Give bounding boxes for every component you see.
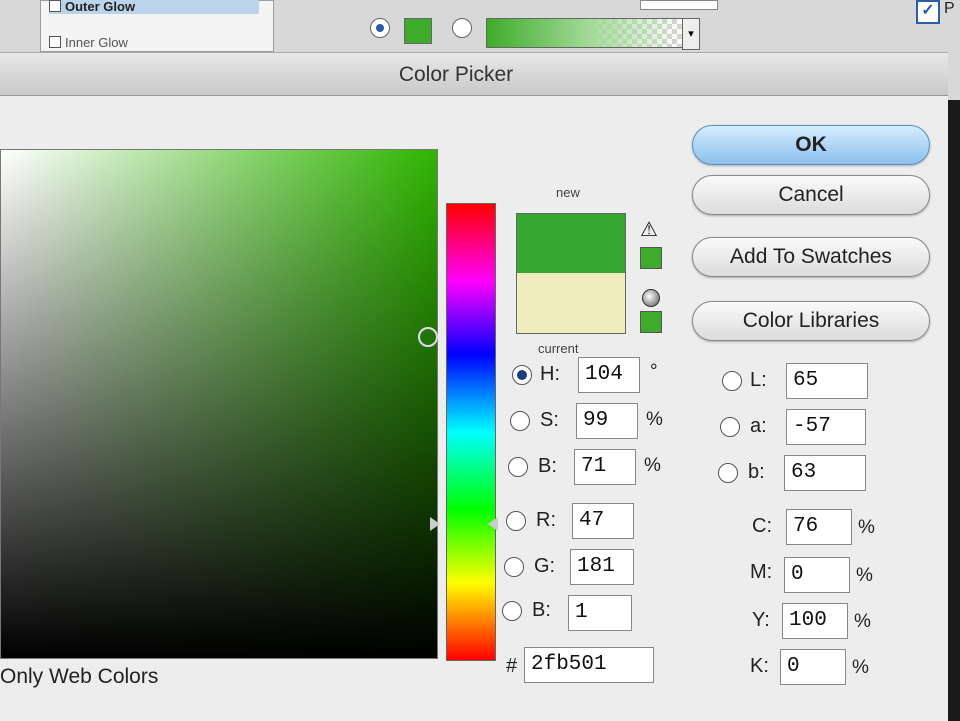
- new-color-swatch: [516, 213, 626, 274]
- current-color-swatch[interactable]: [516, 273, 626, 334]
- blue-label: B:: [532, 599, 551, 621]
- checkbox[interactable]: [49, 0, 61, 12]
- checkbox-label: P: [944, 0, 955, 17]
- lightness-label: L:: [750, 369, 767, 391]
- cyan-label: C:: [752, 515, 772, 537]
- lightness-input[interactable]: 65: [786, 363, 868, 399]
- magenta-label: M:: [750, 561, 773, 583]
- hue-slider-right-handle[interactable]: [488, 517, 498, 531]
- gradient-radio[interactable]: [452, 18, 472, 38]
- percent-unit: %: [858, 517, 875, 538]
- only-web-colors-checkbox-label[interactable]: Only Web Colors: [0, 665, 158, 689]
- green-radio[interactable]: [504, 557, 524, 577]
- out-of-gamut-warning-icon[interactable]: ⚠: [640, 217, 658, 242]
- blue-radio[interactable]: [502, 601, 522, 621]
- magenta-input[interactable]: 0: [784, 557, 850, 593]
- brightness-radio[interactable]: [508, 457, 528, 477]
- hue-input[interactable]: 104: [578, 357, 640, 393]
- add-to-swatches-button[interactable]: Add To Swatches: [692, 237, 930, 277]
- hex-label: #: [506, 655, 518, 677]
- b-channel-radio[interactable]: [718, 463, 738, 483]
- gamut-color-swatch[interactable]: [640, 247, 662, 269]
- glow-color-swatch[interactable]: [404, 18, 432, 44]
- ok-button[interactable]: OK: [692, 125, 930, 165]
- yellow-input[interactable]: 100: [782, 603, 848, 639]
- color-field-marker[interactable]: [418, 327, 438, 347]
- percent-unit: %: [856, 565, 873, 586]
- cyan-input[interactable]: 76: [786, 509, 852, 545]
- saturation-brightness-field[interactable]: [0, 149, 438, 659]
- chevron-down-icon[interactable]: ▾: [682, 18, 700, 50]
- percent-unit: %: [644, 455, 661, 476]
- b-channel-label: b:: [748, 461, 765, 483]
- saturation-radio[interactable]: [510, 411, 530, 431]
- color-radio[interactable]: [370, 18, 390, 38]
- color-libraries-button[interactable]: Color Libraries: [692, 301, 930, 341]
- green-input[interactable]: 181: [570, 549, 634, 585]
- new-label: new: [556, 185, 580, 200]
- effects-list: Outer Glow Inner Glow: [40, 0, 274, 52]
- color-picker-dialog: Color Picker new current ⚠ OK Cancel Add…: [0, 52, 948, 721]
- dialog-titlebar[interactable]: Color Picker: [0, 53, 948, 96]
- black-label: K:: [750, 655, 769, 677]
- percent-unit: %: [646, 409, 663, 430]
- a-channel-radio[interactable]: [720, 417, 740, 437]
- blue-input[interactable]: 1: [568, 595, 632, 631]
- brightness-label: B:: [538, 455, 557, 477]
- yellow-label: Y:: [752, 609, 770, 631]
- saturation-label: S:: [540, 409, 559, 431]
- cancel-button[interactable]: Cancel: [692, 175, 930, 215]
- dialog-title: Color Picker: [398, 63, 514, 86]
- a-channel-input[interactable]: -57: [786, 409, 866, 445]
- current-label: current: [538, 341, 579, 356]
- glow-gradient-picker[interactable]: [486, 18, 684, 48]
- percent-unit: %: [852, 657, 869, 678]
- a-channel-label: a:: [750, 415, 767, 437]
- degree-unit: °: [650, 361, 658, 382]
- hue-label: H:: [540, 363, 560, 385]
- lightness-radio[interactable]: [722, 371, 742, 391]
- brightness-input[interactable]: 71: [574, 449, 636, 485]
- checkbox[interactable]: [49, 36, 61, 48]
- hue-slider[interactable]: [446, 203, 496, 661]
- saturation-input[interactable]: 99: [576, 403, 638, 439]
- red-label: R:: [536, 509, 556, 531]
- checkbox-checked[interactable]: ✓: [916, 0, 940, 24]
- text-field[interactable]: [640, 0, 718, 10]
- black-input[interactable]: 0: [780, 649, 846, 685]
- hex-input[interactable]: 2fb501: [524, 647, 654, 683]
- effect-item-inner-glow[interactable]: Inner Glow: [49, 35, 128, 50]
- web-safe-cube-icon[interactable]: [642, 289, 660, 307]
- green-label: G:: [534, 555, 556, 577]
- hue-slider-left-handle[interactable]: [430, 517, 440, 531]
- red-radio[interactable]: [506, 511, 526, 531]
- b-channel-input[interactable]: 63: [784, 455, 866, 491]
- effect-item-outer-glow[interactable]: Outer Glow: [49, 0, 259, 14]
- percent-unit: %: [854, 611, 871, 632]
- hue-radio[interactable]: [512, 365, 532, 385]
- web-safe-color-swatch[interactable]: [640, 311, 662, 333]
- red-input[interactable]: 47: [572, 503, 634, 539]
